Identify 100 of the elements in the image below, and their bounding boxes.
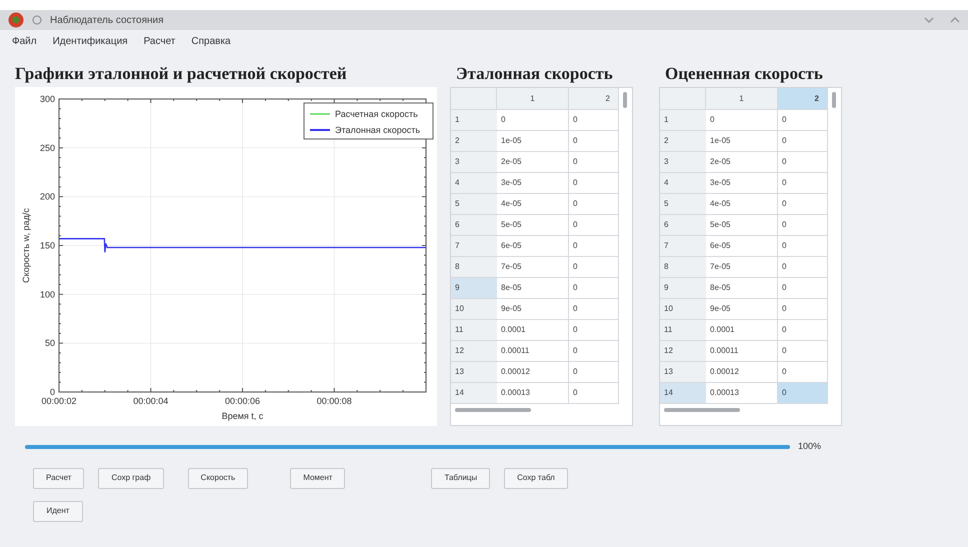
table-cell[interactable]: 0.00013 <box>497 383 569 404</box>
table-cell[interactable]: 1e-05 <box>706 131 778 152</box>
column-header[interactable]: 1 <box>706 88 778 110</box>
menu-item[interactable]: Идентификация <box>52 34 128 48</box>
row-header[interactable]: 6 <box>660 215 706 236</box>
table-cell[interactable]: 5e-05 <box>706 215 778 236</box>
table-cell[interactable]: 0 <box>569 299 619 320</box>
table-cell[interactable]: 0.00013 <box>706 383 778 404</box>
row-header[interactable]: 12 <box>451 341 497 362</box>
action-button[interactable]: Таблицы <box>431 468 490 488</box>
table-cell[interactable]: 0 <box>778 278 828 299</box>
action-button[interactable]: Сохр граф <box>98 468 164 488</box>
table-cell[interactable]: 7e-05 <box>706 257 778 278</box>
table-cell[interactable]: 0 <box>569 110 619 131</box>
vertical-scrollbar[interactable] <box>832 92 836 108</box>
table-cell[interactable]: 3e-05 <box>497 173 569 194</box>
row-header[interactable]: 4 <box>660 173 706 194</box>
row-header[interactable]: 13 <box>660 362 706 383</box>
row-header[interactable]: 13 <box>451 362 497 383</box>
table-cell[interactable]: 7e-05 <box>497 257 569 278</box>
table-corner[interactable] <box>660 88 706 110</box>
row-header[interactable]: 1 <box>660 110 706 131</box>
table-cell[interactable]: 0 <box>778 362 828 383</box>
action-button[interactable]: Расчет <box>33 468 84 488</box>
table-cell[interactable]: 0 <box>569 131 619 152</box>
table-cell[interactable]: 0 <box>569 278 619 299</box>
table-cell[interactable]: 0 <box>569 320 619 341</box>
row-header[interactable]: 8 <box>451 257 497 278</box>
table-cell[interactable]: 0 <box>778 341 828 362</box>
action-button[interactable]: Идент <box>33 500 83 522</box>
horizontal-scrollbar[interactable] <box>664 408 740 412</box>
table-cell[interactable]: 0 <box>778 110 828 131</box>
vertical-scrollbar[interactable] <box>623 92 627 108</box>
table-corner[interactable] <box>451 88 497 110</box>
table-cell[interactable]: 0 <box>778 257 828 278</box>
table-cell[interactable]: 0 <box>569 341 619 362</box>
row-header[interactable]: 11 <box>451 320 497 341</box>
row-header[interactable]: 14 <box>451 383 497 404</box>
row-header[interactable]: 10 <box>660 299 706 320</box>
column-header[interactable]: 1 <box>497 88 569 110</box>
table-cell[interactable]: 6e-05 <box>706 236 778 257</box>
table-cell[interactable]: 0.00012 <box>706 362 778 383</box>
row-header[interactable]: 7 <box>660 236 706 257</box>
table-cell[interactable]: 3e-05 <box>706 173 778 194</box>
table-cell[interactable]: 9e-05 <box>497 299 569 320</box>
row-header[interactable]: 8 <box>660 257 706 278</box>
column-header[interactable]: 2 <box>569 88 619 110</box>
row-header[interactable]: 4 <box>451 173 497 194</box>
table-cell[interactable]: 5e-05 <box>497 215 569 236</box>
table-cell[interactable]: 0 <box>569 236 619 257</box>
table-cell[interactable]: 6e-05 <box>497 236 569 257</box>
table-cell[interactable]: 0 <box>569 173 619 194</box>
table-cell[interactable]: 0 <box>778 152 828 173</box>
table-cell[interactable]: 2e-05 <box>497 152 569 173</box>
table-cell[interactable]: 0.0001 <box>706 320 778 341</box>
action-button[interactable]: Момент <box>290 468 346 488</box>
table-cell[interactable]: 0 <box>569 383 619 404</box>
row-header[interactable]: 2 <box>660 131 706 152</box>
table-cell[interactable]: 0.0001 <box>497 320 569 341</box>
row-header[interactable]: 2 <box>451 131 497 152</box>
row-header[interactable]: 9 <box>660 278 706 299</box>
table-cell[interactable]: 4e-05 <box>497 194 569 215</box>
table-cell[interactable]: 8e-05 <box>706 278 778 299</box>
table-cell[interactable]: 0 <box>778 320 828 341</box>
menu-item[interactable]: Справка <box>191 34 231 48</box>
table-cell[interactable]: 0 <box>569 215 619 236</box>
row-header[interactable]: 9 <box>451 278 497 299</box>
row-header[interactable]: 5 <box>451 194 497 215</box>
row-header[interactable]: 12 <box>660 341 706 362</box>
table-cell[interactable]: 0 <box>778 131 828 152</box>
table-cell[interactable]: 8e-05 <box>497 278 569 299</box>
table-cell[interactable]: 9e-05 <box>706 299 778 320</box>
horizontal-scrollbar[interactable] <box>455 408 531 412</box>
row-header[interactable]: 14 <box>660 383 706 404</box>
action-button[interactable]: Сохр табл <box>504 468 568 488</box>
table-cell[interactable]: 0 <box>497 110 569 131</box>
table-cell[interactable]: 1e-05 <box>497 131 569 152</box>
table-cell[interactable]: 0 <box>569 362 619 383</box>
action-button[interactable]: Скорость <box>188 468 248 488</box>
table-cell[interactable]: 4e-05 <box>706 194 778 215</box>
row-header[interactable]: 11 <box>660 320 706 341</box>
maximize-icon[interactable] <box>950 16 960 24</box>
menu-item[interactable]: Файл <box>12 34 37 48</box>
row-header[interactable]: 10 <box>451 299 497 320</box>
menu-item[interactable]: Расчет <box>144 34 176 48</box>
row-header[interactable]: 1 <box>451 110 497 131</box>
table-cell[interactable]: 0 <box>569 194 619 215</box>
row-header[interactable]: 6 <box>451 215 497 236</box>
row-header[interactable]: 3 <box>451 152 497 173</box>
minimize-icon[interactable] <box>924 16 934 24</box>
column-header[interactable]: 2 <box>778 88 828 110</box>
table-cell[interactable]: 0 <box>778 299 828 320</box>
table-cell[interactable]: 0 <box>778 383 828 404</box>
table-cell[interactable]: 0 <box>778 215 828 236</box>
table-cell[interactable]: 2e-05 <box>706 152 778 173</box>
table-cell[interactable]: 0 <box>778 173 828 194</box>
table-cell[interactable]: 0.00011 <box>497 341 569 362</box>
table-cell[interactable]: 0.00011 <box>706 341 778 362</box>
table-cell[interactable]: 0 <box>778 194 828 215</box>
row-header[interactable]: 7 <box>451 236 497 257</box>
